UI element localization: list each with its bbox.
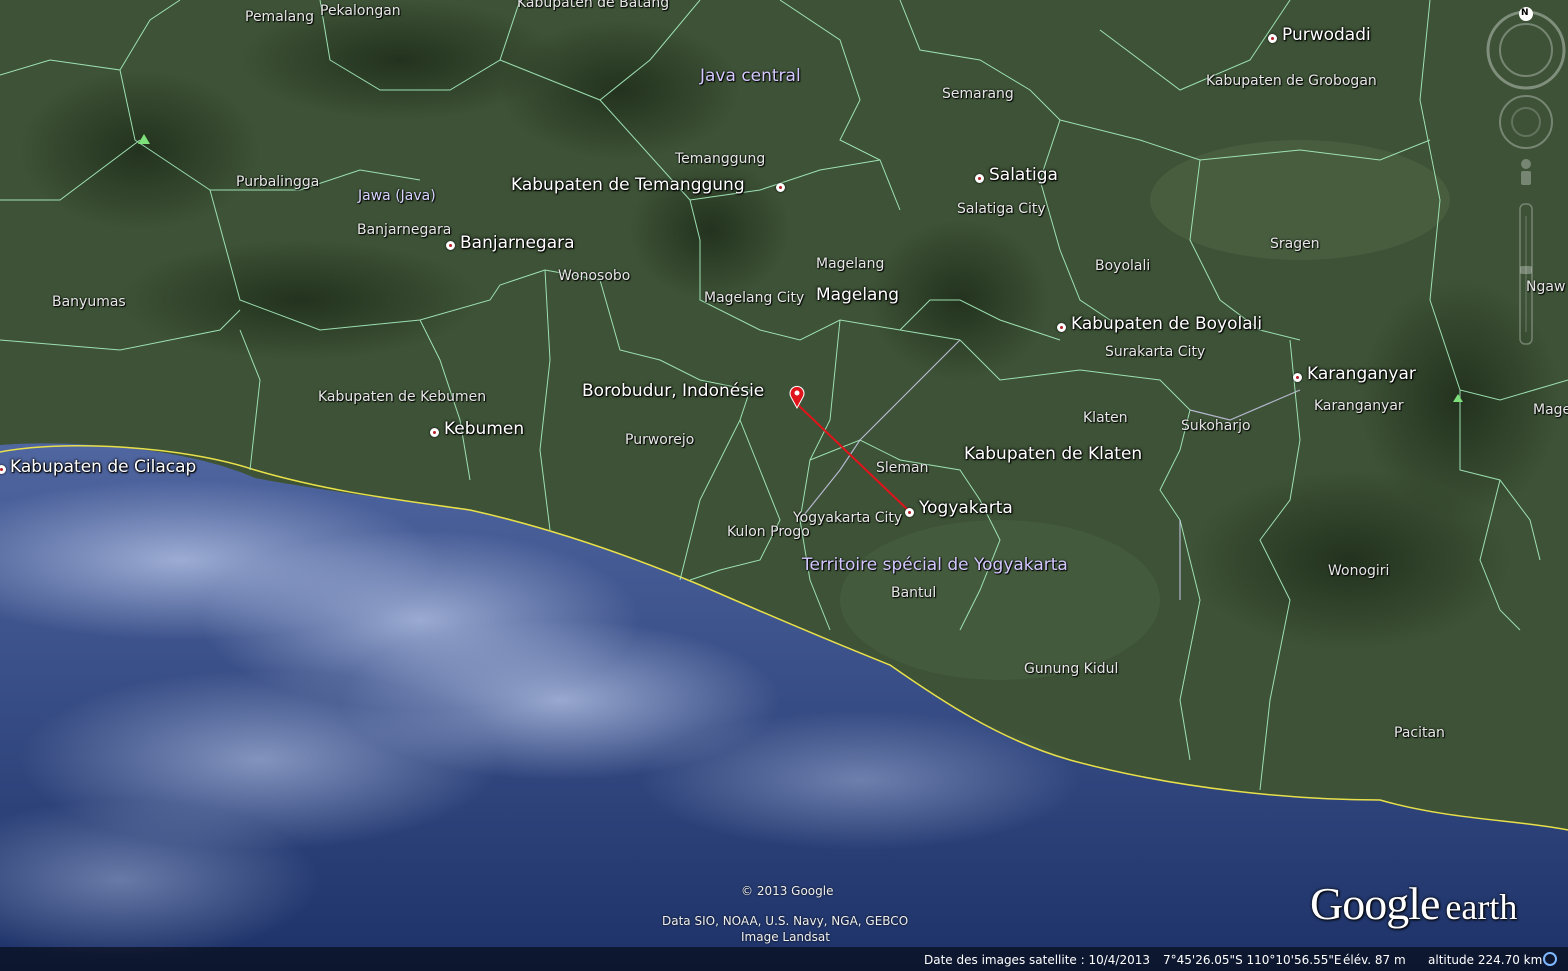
place-label: Surakarta City: [1105, 344, 1206, 360]
place-label: Salatiga City: [957, 201, 1046, 217]
place-label: Mage: [1533, 402, 1568, 418]
navigation-controls[interactable]: [1486, 4, 1566, 354]
place-label: Semarang: [942, 86, 1014, 102]
place-label: Yogyakarta City: [793, 510, 903, 526]
city-pin[interactable]: [1293, 373, 1302, 382]
data-sources-text: Data SIO, NOAA, U.S. Navy, NGA, GEBCO: [662, 914, 909, 928]
city-label-kabupaten-temanggung[interactable]: Kabupaten de Temanggung: [511, 177, 745, 194]
north-label: N: [1521, 8, 1529, 18]
imagery-date-text: Date des images satellite : 10/4/2013: [924, 953, 1150, 967]
city-pin[interactable]: [1057, 323, 1066, 332]
move-ring[interactable]: [1499, 95, 1553, 149]
place-label: Kabupaten de Batang: [517, 0, 670, 11]
place-label: Kabupaten de Kebumen: [318, 389, 487, 405]
placemark-dot: [794, 390, 800, 396]
zoom-slider[interactable]: [1519, 203, 1533, 345]
place-label: Wonosobo: [558, 268, 631, 284]
place-label: Karanganyar: [1314, 398, 1404, 414]
imagery-text: Image Landsat: [741, 930, 830, 944]
place-label: Pekalongan: [320, 3, 401, 19]
region-label-jawa: Jawa (Java): [358, 188, 436, 204]
place-label: Bantul: [891, 585, 937, 601]
city-label-yogyakarta[interactable]: Yogyakarta: [919, 500, 1013, 517]
city-pin[interactable]: [446, 241, 455, 250]
city-label-kabupaten-cilacap[interactable]: Kabupaten de Cilacap: [10, 459, 196, 476]
city-label-kebumen[interactable]: Kebumen: [444, 421, 524, 438]
coordinates-text: 7°45'26.05"S 110°10'56.55"E: [1163, 953, 1342, 967]
place-label: Sleman: [876, 460, 929, 476]
place-label: Pemalang: [245, 9, 315, 25]
city-pin[interactable]: [905, 508, 914, 517]
place-label: Banjarnegara: [357, 222, 452, 238]
satellite-map[interactable]: [0, 0, 1568, 971]
city-label-kabupaten-klaten[interactable]: Kabupaten de Klaten: [964, 446, 1142, 463]
city-label-banjarnegara[interactable]: Banjarnegara: [460, 235, 575, 252]
city-label-magelang[interactable]: Magelang: [816, 287, 899, 304]
place-label: Magelang City: [704, 290, 805, 306]
city-label-salatiga[interactable]: Salatiga: [989, 167, 1058, 184]
elevation-text: élév. 87 m: [1343, 953, 1406, 967]
city-label-purwodadi[interactable]: Purwodadi: [1282, 27, 1371, 44]
place-label: Wonogiri: [1328, 563, 1390, 579]
altitude-text: altitude 224.70 km: [1428, 953, 1543, 967]
region-label-yogyakarta-special: Territoire spécial de Yogyakarta: [802, 555, 1068, 575]
city-pin[interactable]: [430, 428, 439, 437]
city-pin[interactable]: [776, 183, 785, 192]
place-label: Sukoharjo: [1181, 418, 1251, 434]
place-label: Klaten: [1083, 410, 1128, 426]
place-label: Purworejo: [625, 432, 695, 448]
region-label-java-central: Java central: [700, 66, 801, 86]
city-pin[interactable]: [975, 174, 984, 183]
place-label: Banyumas: [52, 294, 126, 310]
look-ring[interactable]: [1486, 10, 1566, 90]
place-label: Magelang: [816, 256, 885, 272]
place-label: Kulon Progo: [727, 524, 810, 540]
placemark-label-borobudur[interactable]: Borobudur, Indonésie: [582, 383, 764, 400]
streaming-indicator-icon: [1543, 952, 1557, 966]
place-label: Kabupaten de Grobogan: [1206, 73, 1377, 89]
google-earth-logo: Google earth: [1310, 878, 1518, 929]
place-label: Purbalingga: [236, 174, 320, 190]
street-view-icon[interactable]: [1521, 159, 1531, 185]
place-label: Sragen: [1270, 236, 1320, 252]
city-pin[interactable]: [1268, 34, 1277, 43]
place-label: Boyolali: [1095, 258, 1151, 274]
place-label: Gunung Kidul: [1024, 661, 1119, 677]
city-label-kabupaten-boyolali[interactable]: Kabupaten de Boyolali: [1071, 316, 1262, 333]
place-label: Pacitan: [1394, 725, 1445, 741]
place-label: Temanggung: [675, 151, 766, 167]
copyright-text: © 2013 Google: [741, 884, 834, 898]
city-label-karanganyar[interactable]: Karanganyar: [1307, 366, 1416, 383]
